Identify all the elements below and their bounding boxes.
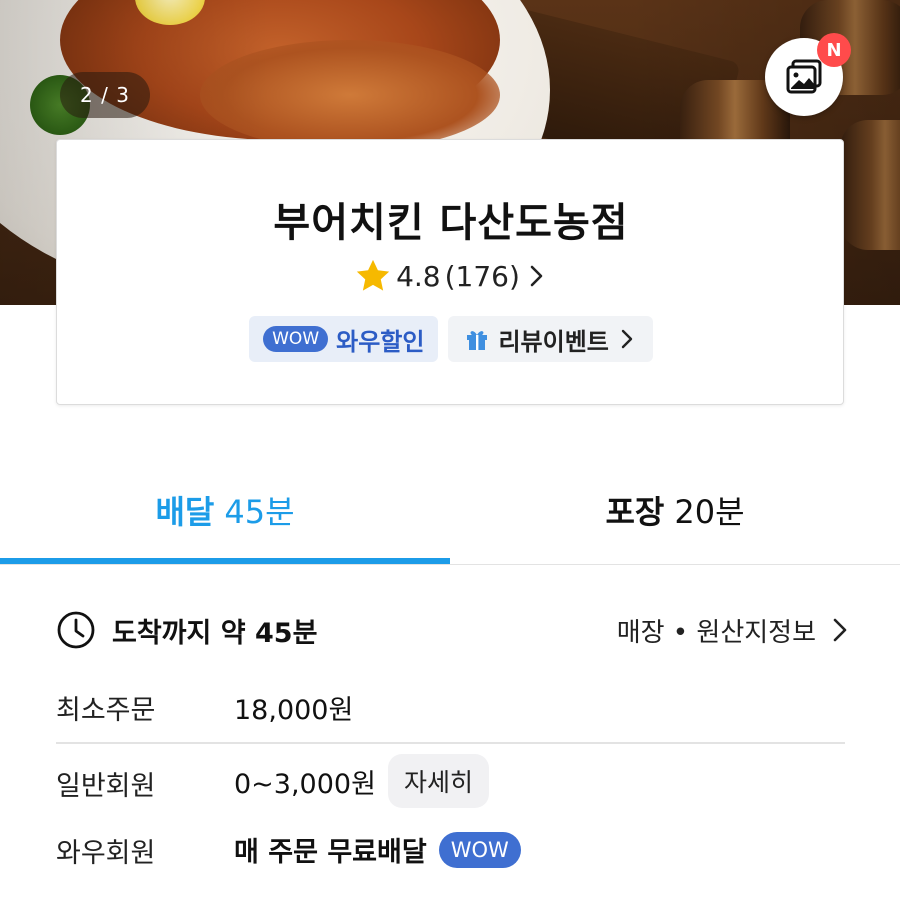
wow-discount-pill[interactable]: WOW 와우할인: [249, 316, 439, 362]
wow-discount-label: 와우할인: [336, 327, 425, 356]
store-info-card: 부어치킨 다산도농점 4.8 (176) WOW 와우할인 리뷰이벤트: [56, 139, 844, 405]
arrival-time: 45분: [255, 617, 318, 649]
divider: [56, 742, 845, 744]
new-badge: N: [817, 33, 851, 67]
rating-link[interactable]: 4.8 (176): [57, 256, 845, 296]
tab-delivery[interactable]: 배달 45분: [0, 470, 450, 550]
chevron-right-icon: [621, 329, 633, 349]
regular-member-fee-row: 0~3,000원 자세히: [234, 754, 489, 808]
arrival-prefix: 도착까지 약: [112, 617, 246, 649]
active-tab-indicator: [0, 558, 450, 564]
wow-tag: WOW: [263, 326, 329, 352]
tab-pickup-label: 포장: [605, 493, 665, 531]
order-type-tabs: 배달 45분 포장 20분: [0, 470, 900, 565]
review-event-pill[interactable]: 리뷰이벤트: [448, 316, 653, 362]
wow-member-label: 와우회원: [56, 838, 156, 869]
min-order-value: 18,000원: [234, 695, 354, 726]
promo-pill-row: WOW 와우할인 리뷰이벤트: [57, 316, 845, 362]
photo-counter: 2 / 3: [60, 72, 150, 118]
wow-member-row: 매 주문 무료배달 WOW: [234, 830, 521, 869]
arrival-estimate: 도착까지 약 45분: [56, 610, 317, 650]
store-origin-info-link[interactable]: 매장 • 원산지정보: [617, 610, 850, 650]
wow-member-value: 매 주문 무료배달: [234, 837, 427, 868]
regular-member-fee: 0~3,000원: [234, 768, 376, 800]
rating-value: 4.8: [396, 259, 441, 293]
store-info-link-label: 매장 • 원산지정보: [616, 617, 816, 648]
review-event-label: 리뷰이벤트: [498, 327, 609, 356]
tab-delivery-label: 배달: [155, 493, 215, 531]
photo-gallery-icon: [786, 59, 822, 94]
tab-pickup[interactable]: 포장 20분: [450, 470, 900, 550]
fee-detail-button[interactable]: 자세히: [387, 754, 489, 808]
store-name: 부어치킨 다산도농점: [273, 200, 629, 246]
tab-pickup-time: 20분: [674, 493, 745, 531]
tab-delivery-time: 45분: [224, 493, 295, 531]
chevron-right-icon: [530, 265, 543, 287]
star-icon: [356, 259, 390, 291]
gift-icon: [467, 331, 488, 350]
min-order-label: 최소주문: [56, 695, 156, 726]
chevron-right-icon: [833, 618, 847, 642]
wow-tag: WOW: [438, 831, 521, 868]
clock-icon: [57, 611, 95, 649]
review-count: (176): [444, 259, 520, 293]
regular-member-label: 일반회원: [56, 771, 156, 802]
